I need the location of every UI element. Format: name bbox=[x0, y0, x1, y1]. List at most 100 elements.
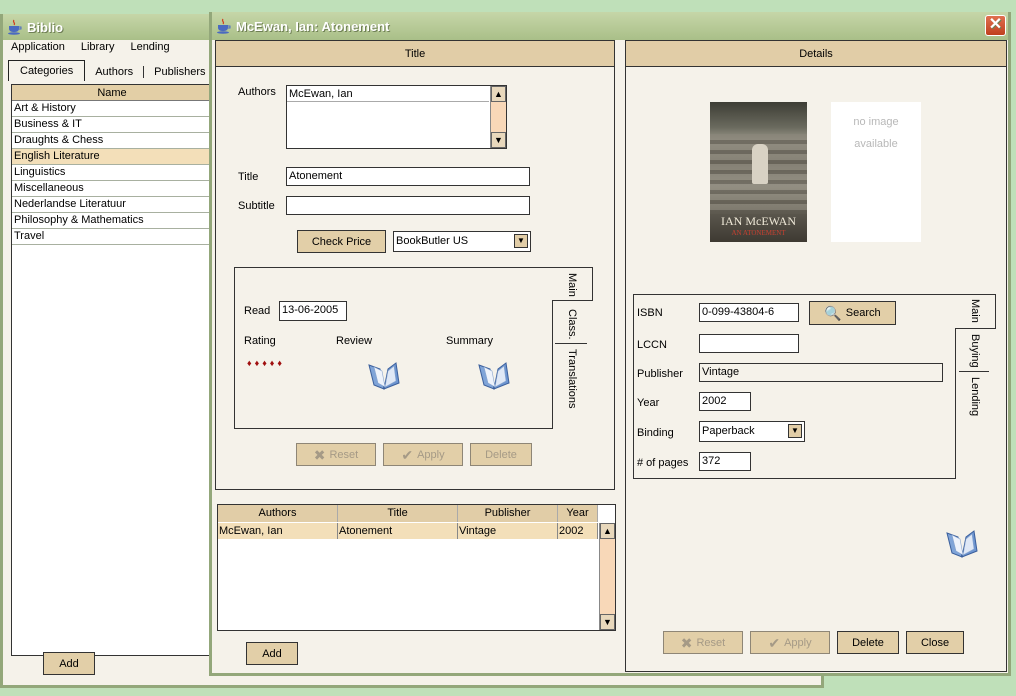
review-book-icon[interactable] bbox=[366, 359, 402, 393]
authors-scrollbar[interactable]: ▲ ▼ bbox=[490, 86, 506, 148]
title-apply-button[interactable]: ✔ Apply bbox=[383, 443, 463, 466]
check-price-button[interactable]: Check Price bbox=[297, 230, 386, 253]
lccn-input[interactable] bbox=[699, 334, 799, 353]
side-tab-class[interactable]: Class. bbox=[566, 309, 578, 340]
lccn-label: LCCN bbox=[637, 339, 667, 351]
category-item[interactable]: Philosophy & Mathematics bbox=[12, 213, 212, 229]
scroll-down-icon[interactable]: ▼ bbox=[600, 614, 615, 630]
cell-authors: McEwan, Ian bbox=[218, 523, 338, 539]
year-input[interactable]: 2002 bbox=[699, 392, 751, 411]
side-tab-main[interactable]: Main bbox=[969, 299, 981, 323]
category-item[interactable]: Draughts & Chess bbox=[12, 133, 212, 149]
book-dialog: McEwan, Ian: Atonement ✕ Title Authors M… bbox=[209, 12, 1011, 676]
summary-label: Summary bbox=[446, 335, 494, 347]
side-tab-lending[interactable]: Lending bbox=[969, 377, 981, 416]
summary-book-icon[interactable] bbox=[476, 359, 512, 393]
rating-star-icon[interactable]: ♦ bbox=[270, 358, 275, 368]
tab-categories[interactable]: Categories bbox=[8, 60, 86, 81]
authors-list[interactable]: McEwan, Ian ▲ ▼ bbox=[286, 85, 507, 149]
java-coffee-icon bbox=[7, 19, 23, 35]
dialog-title: McEwan, Ian: Atonement bbox=[236, 18, 390, 34]
category-list-header[interactable]: Name bbox=[12, 85, 212, 101]
category-item-selected[interactable]: English Literature bbox=[12, 149, 212, 165]
books-table: Authors Title Publisher Year McEwan, Ian… bbox=[217, 504, 616, 631]
rating-star-icon[interactable]: ♦ bbox=[247, 358, 252, 368]
tab-authors[interactable]: Authors bbox=[85, 62, 143, 81]
add-category-button[interactable]: Add bbox=[43, 652, 95, 675]
search-button[interactable]: 🔍 Search bbox=[809, 301, 896, 325]
details-reset-button[interactable]: ✖ Reset bbox=[663, 631, 743, 654]
category-item[interactable]: Nederlandse Literatuur bbox=[12, 197, 212, 213]
title-delete-button[interactable]: Delete bbox=[470, 443, 532, 466]
title-tab-panel bbox=[234, 267, 553, 429]
price-source-value: BookButler US bbox=[396, 235, 469, 247]
tab-panel-edge bbox=[955, 328, 956, 479]
no-image-text: available bbox=[854, 138, 898, 150]
rating-star-icon[interactable]: ♦ bbox=[255, 358, 260, 368]
scroll-down-icon[interactable]: ▼ bbox=[491, 132, 506, 148]
close-window-button[interactable]: ✕ bbox=[985, 15, 1006, 36]
side-tab-main[interactable]: Main bbox=[566, 273, 578, 297]
review-label: Review bbox=[336, 335, 373, 347]
rating-stars[interactable]: ♦ ♦ ♦ ♦ ♦ bbox=[247, 358, 282, 368]
book-cover-image: IAN McEWAN AN ATONEMENT bbox=[710, 102, 807, 242]
column-header-publisher[interactable]: Publisher bbox=[458, 505, 558, 522]
notes-book-icon[interactable] bbox=[944, 527, 980, 561]
read-date-input[interactable]: 13-06-2005 bbox=[279, 301, 347, 321]
author-item[interactable]: McEwan, Ian bbox=[287, 86, 489, 102]
price-source-select[interactable]: BookButler US ▼ bbox=[393, 231, 531, 252]
title-section-header: Title bbox=[216, 41, 614, 67]
column-header-authors[interactable]: Authors bbox=[218, 505, 338, 522]
subtitle-input[interactable] bbox=[286, 196, 530, 215]
details-delete-button[interactable]: Delete bbox=[837, 631, 899, 654]
checkmark-icon: ✔ bbox=[768, 634, 781, 651]
add-book-button[interactable]: Add bbox=[246, 642, 298, 665]
authors-label: Authors bbox=[238, 86, 276, 98]
java-coffee-icon bbox=[216, 18, 232, 34]
title-input[interactable]: Atonement bbox=[286, 167, 530, 186]
side-tab-translations[interactable]: Translations bbox=[566, 349, 578, 409]
binding-select[interactable]: Paperback ▼ bbox=[699, 421, 805, 442]
menu-application[interactable]: Application bbox=[9, 41, 67, 53]
column-header-title[interactable]: Title bbox=[338, 505, 458, 522]
publisher-input[interactable]: Vintage bbox=[699, 363, 943, 382]
x-icon: ✖ bbox=[313, 446, 326, 463]
category-item[interactable]: Linguistics bbox=[12, 165, 212, 181]
category-item[interactable]: Miscellaneous bbox=[12, 181, 212, 197]
chevron-down-icon[interactable]: ▼ bbox=[788, 424, 802, 438]
scroll-up-icon[interactable]: ▲ bbox=[600, 523, 615, 539]
cell-year: 2002 bbox=[558, 523, 598, 539]
cell-title: Atonement bbox=[338, 523, 458, 539]
tab-publishers[interactable]: Publishers bbox=[144, 62, 215, 81]
binding-value: Paperback bbox=[702, 425, 755, 437]
rating-star-icon[interactable]: ♦ bbox=[277, 358, 282, 368]
search-label: Search bbox=[845, 307, 881, 319]
rating-star-icon[interactable]: ♦ bbox=[262, 358, 267, 368]
table-row[interactable]: McEwan, Ian Atonement Vintage 2002 bbox=[218, 523, 598, 539]
details-apply-label: Apply bbox=[784, 636, 812, 649]
no-image-placeholder: no image available bbox=[831, 102, 921, 242]
category-item[interactable]: Business & IT bbox=[12, 117, 212, 133]
menu-lending[interactable]: Lending bbox=[128, 41, 171, 53]
cell-publisher: Vintage bbox=[458, 523, 558, 539]
details-apply-button[interactable]: ✔ Apply bbox=[750, 631, 830, 654]
scroll-up-icon[interactable]: ▲ bbox=[491, 86, 506, 102]
table-scrollbar[interactable]: ▲ ▼ bbox=[599, 523, 615, 630]
pages-input[interactable]: 372 bbox=[699, 452, 751, 471]
title-reset-button[interactable]: ✖ Reset bbox=[296, 443, 376, 466]
isbn-input[interactable]: 0-099-43804-6 bbox=[699, 303, 799, 322]
rating-label: Rating bbox=[244, 335, 276, 347]
details-delete-label: Delete bbox=[852, 636, 884, 649]
details-close-button[interactable]: Close bbox=[906, 631, 964, 654]
menu-library[interactable]: Library bbox=[79, 41, 117, 53]
tab-separator bbox=[959, 371, 989, 372]
column-header-year[interactable]: Year bbox=[558, 505, 598, 522]
chevron-down-icon[interactable]: ▼ bbox=[514, 234, 528, 248]
category-item[interactable]: Travel bbox=[12, 229, 212, 245]
books-table-header: Authors Title Publisher Year bbox=[218, 505, 598, 522]
side-tab-buying[interactable]: Buying bbox=[969, 334, 981, 368]
cover-title-text: AN ATONEMENT bbox=[731, 229, 786, 237]
category-item[interactable]: Art & History bbox=[12, 101, 212, 117]
dialog-titlebar[interactable]: McEwan, Ian: Atonement ✕ bbox=[212, 12, 1008, 40]
year-label: Year bbox=[637, 397, 660, 409]
